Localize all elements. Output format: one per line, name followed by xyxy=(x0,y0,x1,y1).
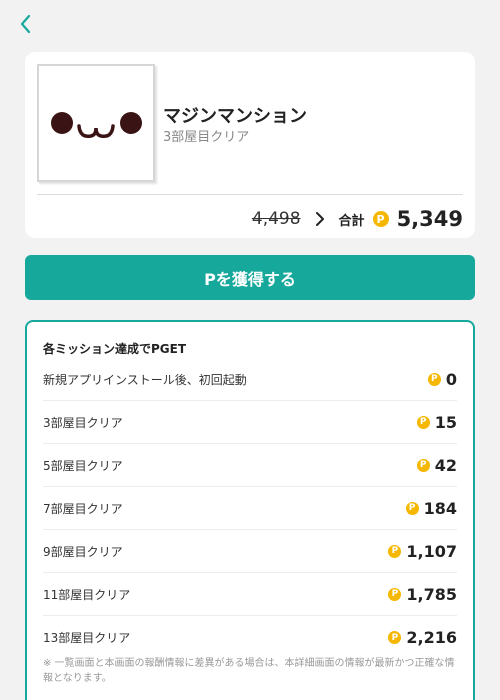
mission-reward: P 2,216 xyxy=(388,628,457,647)
mission-panel: 各ミッション達成でPGET 新規アプリインストール後、初回起動 P 0 3部屋目… xyxy=(25,320,475,700)
mission-points: 0 xyxy=(445,369,457,389)
old-points: 4,498 xyxy=(251,209,301,229)
total-points: 5,349 xyxy=(396,207,463,231)
coin-icon: P xyxy=(416,458,430,472)
mission-row: 5部屋目クリア P 42 xyxy=(43,444,457,487)
mission-points: 2,216 xyxy=(406,628,457,647)
mission-reward: P 184 xyxy=(405,498,457,518)
app-progress-status: 3部屋目クリア xyxy=(163,130,250,145)
mission-row: 7部屋目クリア P 184 xyxy=(43,487,457,530)
mission-points: 184 xyxy=(423,498,457,518)
coin-icon: P xyxy=(388,544,402,558)
mission-reward: P 15 xyxy=(416,412,457,432)
coin-icon: P xyxy=(388,587,402,601)
mission-row: 11部屋目クリア P 1,785 xyxy=(43,573,457,616)
get-points-button[interactable]: Pを獲得する xyxy=(25,255,475,300)
mission-label: 新規アプリインストール後、初回起動 xyxy=(43,372,247,387)
coin-icon: P xyxy=(372,211,389,227)
mission-row: 3部屋目クリア P 15 xyxy=(43,401,457,444)
divider xyxy=(37,194,463,195)
mission-label: 7部屋目クリア xyxy=(43,501,123,516)
chevron-left-icon xyxy=(20,14,31,34)
coin-icon: P xyxy=(427,372,441,386)
mission-list: 新規アプリインストール後、初回起動 P 0 3部屋目クリア P 15 5部屋目ク… xyxy=(43,358,457,659)
back-button[interactable] xyxy=(14,12,38,36)
chevron-right-icon xyxy=(315,212,324,226)
coin-icon: P xyxy=(416,415,430,429)
mission-label: 9部屋目クリア xyxy=(43,544,123,559)
mission-label: 11部屋目クリア xyxy=(43,587,131,602)
app-card: マジンマンション 3部屋目クリア 4,498 合計 P 5,349 xyxy=(25,52,475,238)
app-icon[interactable] xyxy=(37,64,155,182)
mission-points: 42 xyxy=(434,455,457,475)
app-title: マジンマンション xyxy=(163,106,307,127)
mission-reward: P 0 xyxy=(427,369,457,389)
mission-row: 新規アプリインストール後、初回起動 P 0 xyxy=(43,358,457,401)
mission-points: 15 xyxy=(434,412,457,432)
mission-reward: P 1,785 xyxy=(388,585,457,604)
mission-label: 3部屋目クリア xyxy=(43,415,123,430)
mission-points: 1,107 xyxy=(406,541,457,561)
mission-points: 1,785 xyxy=(406,584,457,604)
coin-icon: P xyxy=(405,501,419,515)
kaomoji-face-icon xyxy=(51,112,142,139)
total-label: 合計 xyxy=(338,213,365,229)
disclaimer-note: ※ 一覧画面と本画面の報酬情報に差異がある場合は、本詳細画面の情報が最新かつ正確… xyxy=(43,658,455,684)
mission-reward: P 42 xyxy=(416,455,457,475)
mission-label: 13部屋目クリア xyxy=(43,631,131,645)
points-summary: 4,498 合計 P 5,349 xyxy=(252,204,463,234)
coin-icon: P xyxy=(388,631,402,644)
mission-row: 13部屋目クリア P 2,216 xyxy=(43,616,457,659)
mission-reward: P 1,107 xyxy=(388,542,457,561)
mission-row: 9部屋目クリア P 1,107 xyxy=(43,530,457,573)
mission-title: 各ミッション達成でPGET xyxy=(43,342,187,356)
mission-label: 5部屋目クリア xyxy=(43,458,123,473)
